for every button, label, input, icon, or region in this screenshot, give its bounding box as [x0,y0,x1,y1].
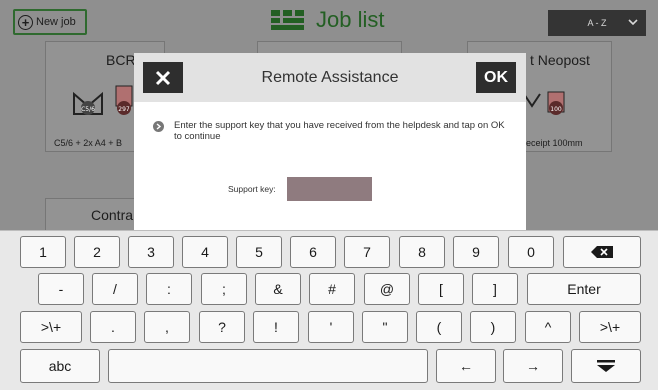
key-exclamation[interactable]: ! [253,311,299,343]
page-title: Job list [316,7,385,32]
key-semicolon[interactable]: ; [201,273,247,305]
key-comma[interactable]: , [144,311,190,343]
key-5[interactable]: 5 [236,236,282,268]
backspace-icon [591,246,613,258]
key-question[interactable]: ? [199,311,245,343]
instructions-text: Enter the support key that you have rece… [174,120,505,142]
new-job-label: New job [36,16,76,28]
key-at[interactable]: @ [364,273,410,305]
abc-key[interactable]: abc [20,349,100,383]
arrow-right-icon: → [526,358,540,374]
key-apostrophe[interactable]: ' [308,311,354,343]
right-arrow-key[interactable]: → [503,349,563,383]
key-slash[interactable]: / [92,273,138,305]
envelope-icon: 100 [523,91,565,115]
key-colon[interactable]: : [146,273,192,305]
chevron-down-icon [628,19,638,26]
job-card-title: BCR [106,52,136,68]
key-2[interactable]: 2 [74,236,120,268]
new-job-button[interactable]: + New job [13,9,87,35]
key-0[interactable]: 0 [508,236,554,268]
job-card-subtitle: C5/6 + 2x A4 + B [54,138,123,148]
key-caret[interactable]: ^ [525,311,571,343]
sort-dropdown[interactable]: A - Z [548,10,646,36]
key-period[interactable]: . [90,311,136,343]
key-6[interactable]: 6 [290,236,336,268]
plus-icon: + [18,14,33,30]
dialog-title: Remote Assistance [261,69,399,86]
key-minus[interactable]: - [38,273,84,305]
key-8[interactable]: 8 [399,236,445,268]
key-close-bracket[interactable]: ] [472,273,518,305]
key-quote[interactable]: " [362,311,408,343]
key-7[interactable]: 7 [344,236,390,268]
left-arrow-key[interactable]: ← [436,349,496,383]
key-open-paren[interactable]: ( [416,311,462,343]
svg-text:C5/6: C5/6 [81,106,95,113]
job-card-title: t Neopost [530,52,590,68]
remote-assistance-dialog: Remote Assistance OK Enter the support k… [134,53,526,230]
shift-key-left[interactable]: >\+ [20,311,82,343]
job-card-title: Contra [91,207,134,223]
on-screen-keyboard: 1 2 3 4 5 6 7 8 9 0 - / : ; & # @ [ ] En… [0,230,658,390]
dialog-header: Remote Assistance OK [134,53,526,102]
shift-key-right[interactable]: >\+ [579,311,641,343]
support-key-input[interactable] [287,177,372,201]
chevron-right-icon [153,121,164,132]
key-close-paren[interactable]: ) [470,311,516,343]
hide-keyboard-key[interactable] [571,349,641,383]
sort-value: A - Z [587,18,607,28]
svg-text:100: 100 [550,106,562,113]
ok-button[interactable]: OK [476,62,516,93]
support-key-label: Support key: [228,184,276,194]
key-4[interactable]: 4 [182,236,228,268]
enter-key[interactable]: Enter [527,273,641,305]
key-3[interactable]: 3 [128,236,174,268]
svg-text:297: 297 [118,106,130,113]
key-1[interactable]: 1 [20,236,66,268]
backspace-key[interactable] [563,236,641,268]
arrow-left-icon: ← [459,358,473,374]
job-card-subtitle: eceipt 100mm [526,138,583,148]
job-list-icon [271,10,304,30]
key-open-bracket[interactable]: [ [418,273,464,305]
key-ampersand[interactable]: & [255,273,301,305]
key-9[interactable]: 9 [453,236,499,268]
space-key[interactable] [108,349,428,383]
close-icon [155,70,171,85]
key-hash[interactable]: # [309,273,355,305]
hide-keyboard-icon [597,360,615,372]
close-button[interactable] [143,62,183,93]
